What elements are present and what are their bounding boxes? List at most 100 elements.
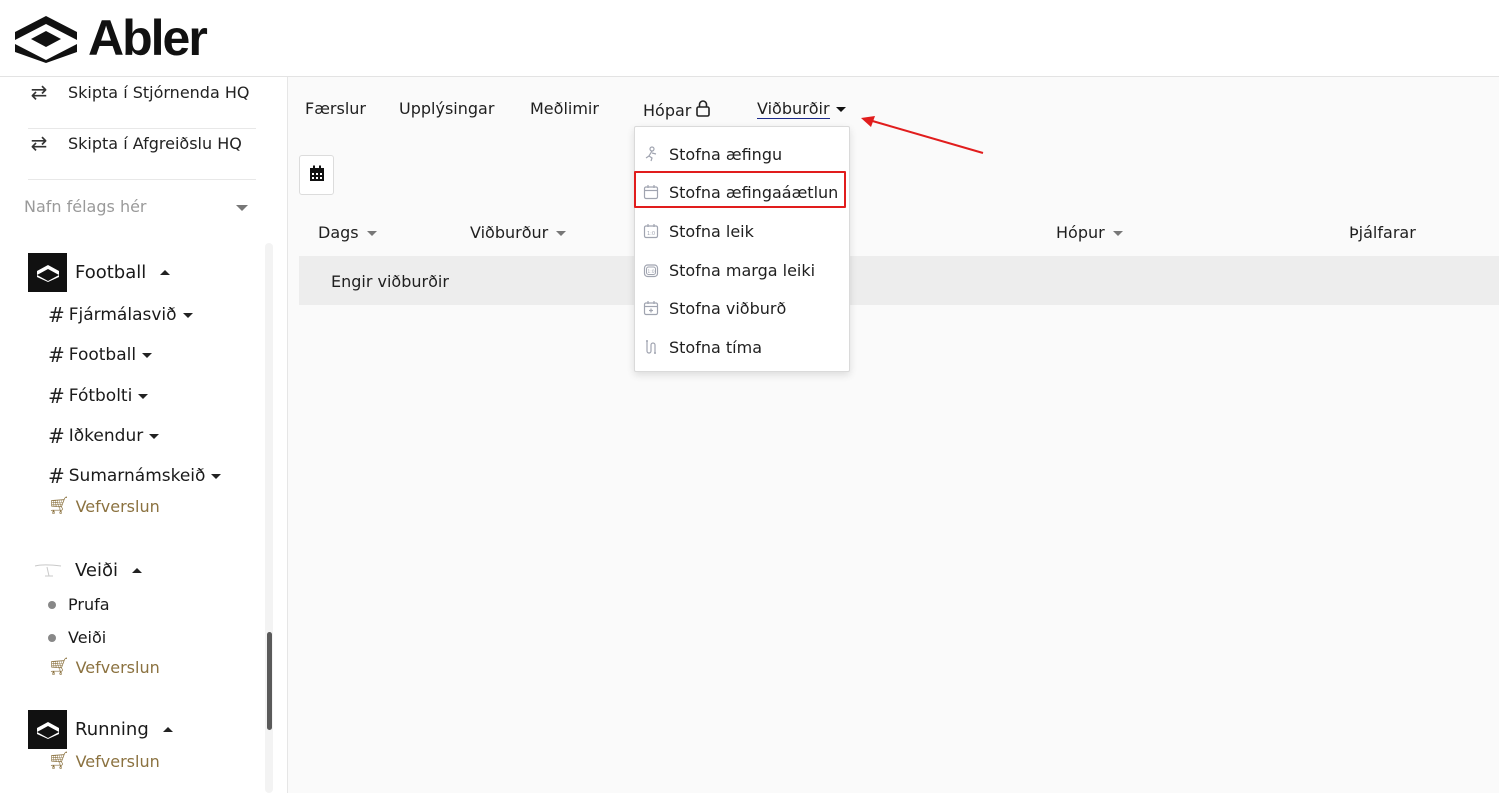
menu-item-create-event[interactable]: Stofna viðburð: [640, 291, 844, 325]
hash-icon: #: [48, 384, 65, 408]
caret-down-icon: [138, 393, 149, 399]
menu-item-create-session[interactable]: Stofna tíma: [640, 330, 844, 364]
shop-link[interactable]: 🛒︎ Vefverslun: [48, 657, 160, 677]
switch-label: Skipta í Afgreiðslu HQ: [68, 133, 242, 153]
svg-text:1:0: 1:0: [646, 231, 654, 237]
caret-down-icon: [211, 473, 222, 479]
empty-state-text: Engir viðburðir: [331, 272, 449, 291]
channel-label: Football: [68, 345, 137, 365]
caret-down-icon: [182, 312, 193, 318]
switch-to-frontdesk-hq[interactable]: ⇄ Skipta í Afgreiðslu HQ: [28, 131, 242, 155]
menu-item-label: Stofna æfingu: [669, 144, 783, 164]
menu-item-create-many-matches[interactable]: 1:0 Stofna marga leiki: [640, 253, 844, 287]
menu-item-create-training[interactable]: Stofna æfingu: [640, 137, 844, 171]
switch-label: Skipta í Stjórnenda HQ: [68, 82, 250, 102]
club-select[interactable]: Nafn félags hér: [24, 197, 256, 221]
caret-down-icon: [835, 106, 846, 112]
column-label: Þjálfarar: [1349, 223, 1416, 242]
list-item-label: Veiði: [68, 628, 107, 647]
channel-label: Sumarnámskeið: [68, 466, 206, 486]
table-row: [299, 256, 1499, 305]
brand-name[interactable]: Abler: [88, 9, 208, 67]
multi-scoreboard-icon: 1:0: [642, 262, 659, 279]
caret-up-icon: [160, 270, 171, 275]
column-label: Viðburður: [470, 223, 549, 242]
svg-text:1:0: 1:0: [647, 269, 654, 275]
training-icon: [642, 146, 659, 163]
switch-to-admin-hq[interactable]: ⇄ Skipta í Stjórnenda HQ: [28, 80, 250, 104]
swap-arrows-icon: ⇄: [30, 80, 48, 104]
tab-faerslur[interactable]: Færslur: [305, 99, 366, 118]
tab-upplysingar[interactable]: Upplýsingar: [399, 99, 494, 118]
list-item[interactable]: Prufa: [48, 595, 110, 614]
chevron-down-icon: [236, 205, 248, 211]
divider: [28, 128, 256, 129]
list-item[interactable]: Veiði: [48, 628, 106, 647]
sort-caret-icon: [366, 231, 377, 236]
bullet-dot: [48, 600, 56, 609]
main-content: [288, 77, 1499, 793]
channel-label: Iðkendur: [68, 426, 144, 446]
club-running[interactable]: Running: [28, 710, 173, 749]
channel-item[interactable]: # Iðkendur: [48, 424, 160, 448]
channel-item[interactable]: # Fjármálasvið: [48, 303, 193, 327]
calendar-button[interactable]: [299, 155, 334, 195]
channel-label: Fótbolti: [68, 386, 133, 406]
sidebar-scrollbar-thumb[interactable]: [267, 632, 272, 730]
cart-icon: 🛒︎: [48, 751, 70, 771]
calendar-icon: [309, 165, 325, 186]
club-logo-icon: [28, 253, 67, 292]
lock-icon: [695, 99, 711, 121]
channel-item[interactable]: # Fótbolti: [48, 384, 149, 408]
clock-icon: [642, 339, 659, 356]
club-name: Football: [75, 262, 147, 283]
column-label: Hópur: [1056, 223, 1105, 242]
list-item-label: Prufa: [68, 595, 110, 614]
tab-label: Viðburðir: [757, 99, 830, 119]
column-label: Dags: [318, 223, 359, 242]
divider: [28, 179, 256, 180]
club-name: Running: [75, 719, 149, 740]
cart-icon: 🛒︎: [48, 657, 70, 677]
caret-down-icon: [149, 433, 160, 439]
shop-link[interactable]: 🛒︎ Vefverslun: [48, 496, 160, 516]
top-bar: [0, 0, 1499, 77]
channel-label: Fjármálasvið: [68, 305, 177, 325]
shop-label: Vefverslun: [75, 657, 160, 677]
caret-up-icon: [162, 727, 173, 732]
club-logo-icon: [28, 710, 67, 749]
tab-hopar[interactable]: Hópar: [643, 99, 711, 121]
channel-item[interactable]: # Football: [48, 343, 153, 367]
tab-vidburdir[interactable]: Viðburðir: [757, 99, 846, 119]
club-football[interactable]: Football: [28, 253, 171, 292]
sort-caret-icon: [556, 231, 567, 236]
calendar-add-icon: [642, 300, 659, 317]
column-header-group[interactable]: Hópur: [1056, 223, 1123, 242]
highlight-box: [634, 171, 846, 208]
shop-link[interactable]: 🛒︎ Vefverslun: [48, 751, 160, 771]
hash-icon: #: [48, 303, 65, 327]
tab-medlimir[interactable]: Meðlimir: [530, 99, 599, 118]
column-header-date[interactable]: Dags: [318, 223, 377, 242]
shop-label: Vefverslun: [75, 496, 160, 516]
bullet-dot: [48, 633, 56, 642]
menu-item-label: Stofna marga leiki: [669, 260, 816, 280]
hash-icon: #: [48, 343, 65, 367]
abler-logo-icon[interactable]: [13, 14, 79, 64]
column-header-coaches: Þjálfarar: [1349, 223, 1416, 242]
club-select-placeholder: Nafn félags hér: [24, 197, 147, 216]
hash-icon: #: [48, 464, 65, 488]
club-veidi[interactable]: Veiði: [28, 558, 143, 582]
menu-item-create-match[interactable]: 1:0 Stofna leik: [640, 214, 844, 248]
cart-icon: 🛒︎: [48, 496, 70, 516]
channel-item[interactable]: # Sumarnámskeið: [48, 464, 222, 488]
shop-label: Vefverslun: [75, 751, 160, 771]
swap-arrows-icon: ⇄: [30, 131, 48, 155]
annotation-arrow-icon: [861, 116, 984, 154]
club-logo-icon: [28, 558, 67, 582]
hash-icon: #: [48, 424, 65, 448]
menu-item-label: Stofna tíma: [669, 337, 762, 357]
sort-caret-icon: [1112, 231, 1123, 236]
menu-item-label: Stofna viðburð: [669, 298, 787, 318]
column-header-event[interactable]: Viðburður: [470, 223, 567, 242]
